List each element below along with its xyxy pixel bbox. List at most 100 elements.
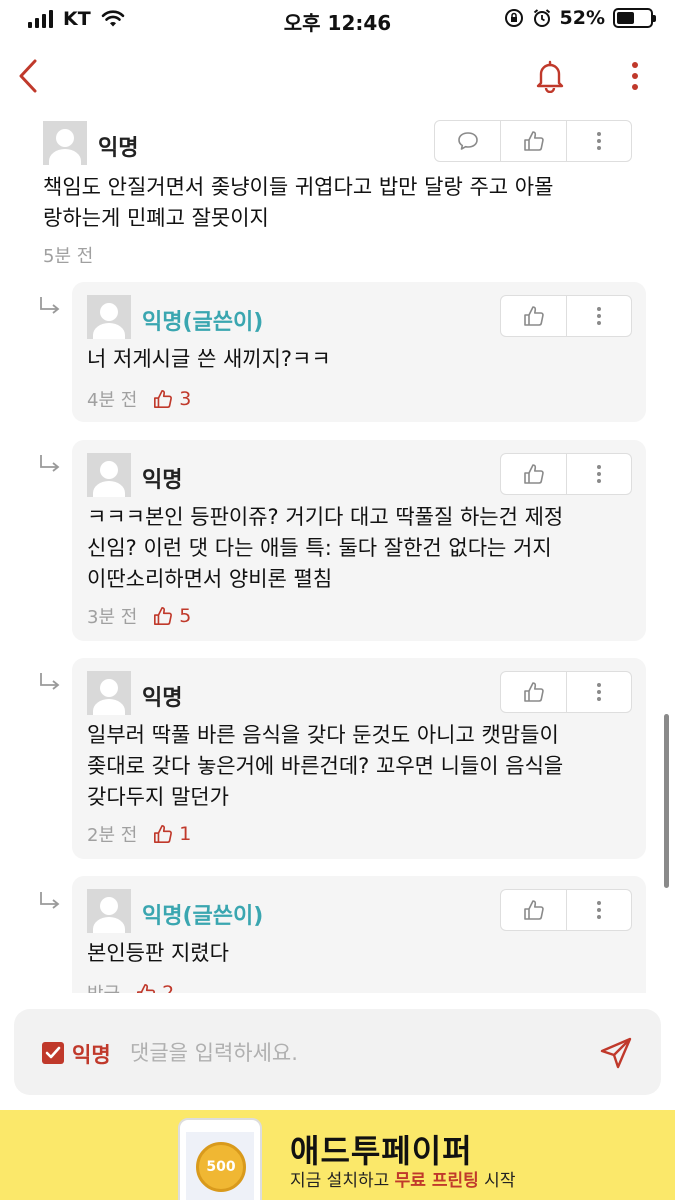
comment-meta: 5분 전 <box>43 242 93 268</box>
top-navigation <box>0 48 675 104</box>
like-button[interactable] <box>500 121 565 161</box>
ad-sub-prefix: 지금 설치하고 <box>290 1171 395 1191</box>
battery-percent: 52% <box>559 7 605 29</box>
more-vertical-icon <box>596 132 601 150</box>
comment-author: 익명 <box>142 468 183 493</box>
like-count-value: 2 <box>162 982 175 993</box>
thumbs-up-icon <box>154 607 173 625</box>
avatar <box>87 453 131 497</box>
bell-icon <box>536 60 564 93</box>
comment-list[interactable]: 익명 책임도 안질거면서 좆냥이들 귀엽다고 밥만 달랑 주고 아몰 랑하는게 … <box>0 110 675 993</box>
ad-subtitle: 지금 설치하고 무료 프린팅 시작 <box>290 1166 515 1191</box>
thumbs-up-icon <box>523 900 544 920</box>
comment-time: 3분 전 <box>87 607 138 628</box>
alarm-icon <box>533 9 550 27</box>
more-vertical-icon <box>597 683 601 701</box>
reply-arrow-icon <box>40 892 60 909</box>
like-button[interactable] <box>501 296 566 336</box>
reply-arrow-icon <box>40 673 60 690</box>
comment-actions <box>500 671 632 713</box>
comment-meta: 방금 2 <box>87 980 174 993</box>
comment-more-button[interactable] <box>566 672 631 712</box>
thumbs-up-icon <box>137 984 156 993</box>
reply-item: 익명 ㅋㅋㅋ본인 등판이쥬? 거기다 대고 딱풀질 하는건 제정 신임? 이런 … <box>72 440 646 641</box>
comment-meta: 3분 전 5 <box>87 603 191 629</box>
comment-actions <box>434 120 632 162</box>
comment-actions <box>500 889 632 931</box>
send-button[interactable] <box>594 1031 638 1075</box>
back-button[interactable] <box>10 54 46 98</box>
anonymous-checkbox[interactable] <box>42 1042 64 1064</box>
comment-meta: 2분 전 1 <box>87 821 191 847</box>
ad-banner[interactable]: 500 애드투페이퍼 지금 설치하고 무료 프린팅 시작 <box>0 1110 675 1200</box>
speech-bubble-icon <box>457 132 478 150</box>
chevron-left-icon <box>19 59 37 93</box>
comment-text: 책임도 안질거면서 좆냥이들 귀엽다고 밥만 달랑 주고 아몰 랑하는게 민폐고… <box>43 172 553 234</box>
comment-author: 익명 <box>142 686 183 711</box>
comment-text-line: 책임도 안질거면서 좆냥이들 귀엽다고 밥만 달랑 주고 아몰 <box>43 175 554 199</box>
reply-item: 익명(글쓴이) 본인등판 지렸다 방금 2 <box>72 876 646 993</box>
notification-button[interactable] <box>528 54 572 98</box>
comment-author: 익명 <box>98 136 139 161</box>
comment-text: ㅋㅋㅋ본인 등판이쥬? 거기다 대고 딱풀질 하는건 제정 신임? 이런 댓 다… <box>87 502 563 595</box>
comment-text: 본인등판 지렸다 <box>87 938 229 969</box>
comment-meta: 4분 전 3 <box>87 386 191 412</box>
comment-actions <box>500 453 632 495</box>
reply-arrow-icon <box>40 455 60 472</box>
comment-text-line: ㅋㅋㅋ본인 등판이쥬? 거기다 대고 딱풀질 하는건 제정 <box>87 505 564 529</box>
comment-item: 익명 책임도 안질거면서 좆냥이들 귀엽다고 밥만 달랑 주고 아몰 랑하는게 … <box>0 110 675 275</box>
like-button[interactable] <box>501 672 566 712</box>
ad-sub-suffix: 시작 <box>478 1171 516 1191</box>
comment-text-line: 이딴소리하면서 양비론 펼침 <box>87 567 333 591</box>
comment-author: 익명(글쓴이) <box>142 904 264 929</box>
reply-item: 익명 일부러 딱풀 바른 음식을 갖다 둔것도 아니고 캣맘들이 좆대로 갖다 … <box>72 658 646 859</box>
comment-time: 4분 전 <box>87 390 138 411</box>
rotation-lock-icon <box>504 9 523 27</box>
comment-more-button[interactable] <box>565 121 631 161</box>
comment-input[interactable] <box>130 1033 580 1073</box>
avatar <box>87 889 131 933</box>
comment-text: 일부러 딱풀 바른 음식을 갖다 둔것도 아니고 캣맘들이 좆대로 갖다 놓은거… <box>87 720 563 813</box>
comment-more-button[interactable] <box>566 890 631 930</box>
comment-more-button[interactable] <box>566 454 631 494</box>
like-count: 5 <box>153 605 191 627</box>
avatar <box>43 121 87 165</box>
comment-more-button[interactable] <box>566 296 631 336</box>
like-count: 1 <box>153 823 191 845</box>
thumbs-up-icon <box>523 464 544 484</box>
anonymous-label[interactable]: 익명 <box>72 1039 111 1069</box>
like-count-value: 5 <box>179 605 192 627</box>
more-vertical-icon <box>597 901 601 919</box>
comment-time: 2분 전 <box>87 825 138 846</box>
status-right: 52% <box>504 7 656 29</box>
reply-button[interactable] <box>435 121 500 161</box>
thumbs-up-icon <box>154 825 173 843</box>
more-vertical-icon <box>632 62 638 90</box>
thumbs-up-icon <box>523 682 544 702</box>
comment-text-line: 본인등판 지렸다 <box>87 941 229 965</box>
like-count: 3 <box>153 388 191 410</box>
thumbs-up-icon <box>523 306 544 326</box>
reply-arrow-icon <box>40 297 60 314</box>
more-options-button[interactable] <box>620 54 650 98</box>
comment-text-line: 좆대로 갖다 놓은거에 바른건데? 꼬우면 니들이 음식을 <box>87 754 564 778</box>
scrollbar[interactable] <box>664 714 669 888</box>
checkmark-icon <box>45 1046 61 1059</box>
comment-text: 너 저게시글 쓴 새끼지?ㅋㅋ <box>87 344 331 375</box>
comment-text-line: 랑하는게 민폐고 잘못이지 <box>43 206 269 230</box>
comment-composer: 익명 <box>14 1009 661 1095</box>
like-button[interactable] <box>501 454 566 494</box>
like-count-value: 3 <box>179 388 192 410</box>
thumbs-up-icon <box>154 390 173 408</box>
avatar <box>87 295 131 339</box>
comment-author: 익명(글쓴이) <box>142 310 264 335</box>
reply-item: 익명(글쓴이) 너 저게시글 쓴 새끼지?ㅋㅋ 4분 전 3 <box>72 282 646 422</box>
coin-icon: 500 <box>196 1142 246 1192</box>
comment-time: 방금 <box>87 980 120 993</box>
send-icon <box>600 1037 632 1069</box>
status-bar: KT 오후 12:46 52% <box>0 0 675 40</box>
ad-phone-image: 500 <box>178 1118 262 1200</box>
like-button[interactable] <box>501 890 566 930</box>
comment-text-line: 신임? 이런 댓 다는 애들 특: 둘다 잘한건 없다는 거지 <box>87 536 552 560</box>
comment-text-line: 갖다두지 말던가 <box>87 785 229 809</box>
